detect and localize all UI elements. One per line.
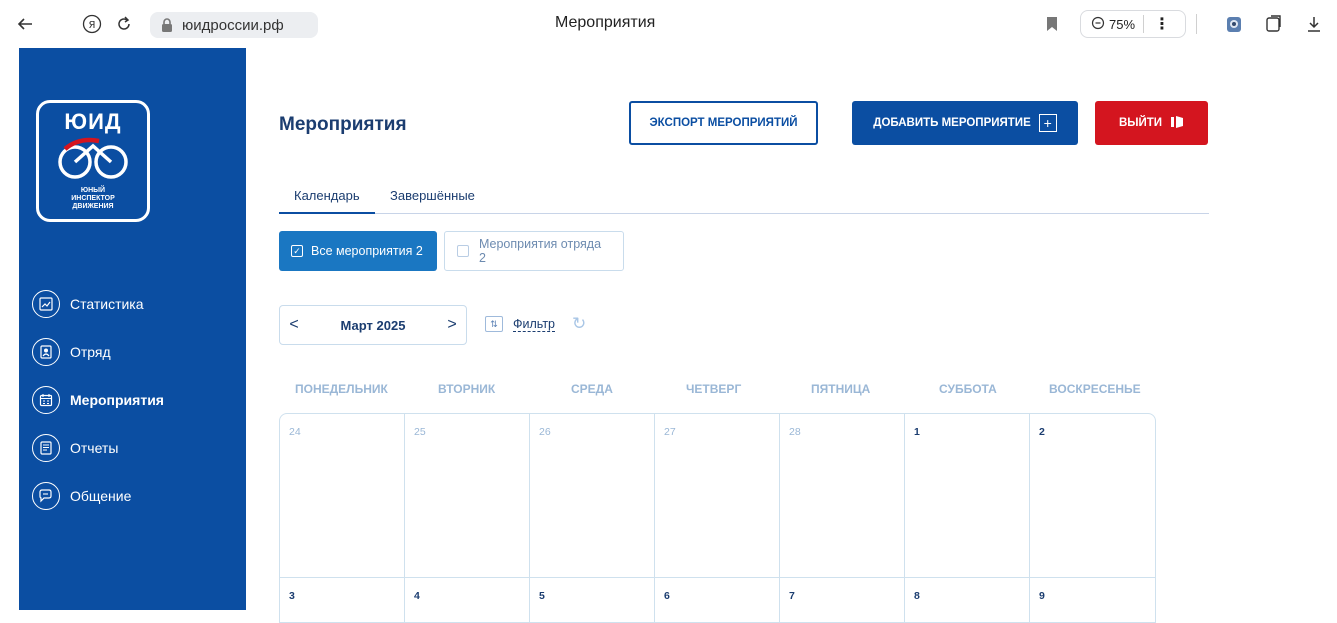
- calendar-day-cell[interactable]: 2: [1030, 414, 1155, 578]
- filter-label: Фильтр: [513, 316, 555, 332]
- chat-icon: [32, 482, 60, 510]
- calendar-day-cell[interactable]: 26: [530, 414, 655, 578]
- toolbar-divider: [1196, 14, 1197, 34]
- weekday-label: Вторник: [438, 382, 496, 396]
- zoom-icon: [1091, 16, 1105, 33]
- previous-month-button[interactable]: <: [280, 316, 308, 334]
- extension-icon[interactable]: [1222, 12, 1246, 36]
- checkbox-checked-icon: ✓: [291, 245, 303, 257]
- plus-icon: +: [1038, 114, 1057, 132]
- add-event-label: Добавить мероприятие: [873, 117, 1031, 129]
- sidebar-item-reports[interactable]: Отчеты: [32, 424, 164, 472]
- report-icon: [32, 434, 60, 462]
- logo-subtitle: ЮНЫЙ ИНСПЕКТОР ДВИЖЕНИЯ: [71, 187, 115, 210]
- browser-page-title: Мероприятия: [555, 14, 656, 31]
- calendar-day-cell[interactable]: 6: [655, 578, 780, 622]
- bicycle-icon: [58, 137, 128, 179]
- all-events-filter[interactable]: ✓ Все мероприятия 2: [279, 231, 437, 271]
- exit-door-icon: [1170, 115, 1184, 132]
- sidebar-item-label: Отчеты: [70, 440, 119, 456]
- sidebar-item-label: Общение: [70, 488, 132, 504]
- event-tabs: Календарь Завершённые: [279, 188, 1209, 214]
- weekday-label: Суббота: [939, 382, 997, 396]
- sidebar-item-squad[interactable]: Отряд: [32, 328, 164, 376]
- collections-icon[interactable]: [1262, 12, 1286, 36]
- add-event-button[interactable]: Добавить мероприятие +: [852, 101, 1078, 145]
- chart-icon: [32, 290, 60, 318]
- sidebar-item-chat[interactable]: Общение: [32, 472, 164, 520]
- calendar-day-cell[interactable]: 5: [530, 578, 655, 622]
- weekday-label: Пятница: [811, 382, 871, 396]
- calendar-day-cell[interactable]: 27: [655, 414, 780, 578]
- calendar-day-cell[interactable]: 28: [780, 414, 905, 578]
- calendar-day-cell[interactable]: 8: [905, 578, 1030, 622]
- yandex-logo-icon[interactable]: Я: [80, 12, 104, 36]
- svg-text:Я: Я: [89, 20, 96, 31]
- weekday-label: Воскресенье: [1049, 382, 1141, 396]
- next-month-button[interactable]: >: [438, 316, 466, 334]
- calendar-day-cell[interactable]: 4: [405, 578, 530, 622]
- calendar-day-cell[interactable]: 25: [405, 414, 530, 578]
- calendar-icon: [32, 386, 60, 414]
- zoom-level: 75%: [1109, 16, 1136, 32]
- sidebar-item-statistics[interactable]: Статистика: [32, 280, 164, 328]
- zoom-separator: [1143, 15, 1145, 33]
- sidebar-item-label: Статистика: [70, 296, 144, 312]
- menu-dots-icon[interactable]: ⋮: [1154, 14, 1170, 34]
- month-navigator: < Март 2025 >: [279, 305, 467, 345]
- download-icon[interactable]: [1302, 12, 1326, 36]
- tab-completed[interactable]: Завершённые: [375, 188, 490, 214]
- back-arrow-icon[interactable]: [13, 12, 37, 36]
- address-bar[interactable]: юидроссии.рф: [150, 12, 318, 38]
- calendar-day-cell[interactable]: 3: [280, 578, 405, 622]
- sidebar-nav: Статистика Отряд Мероприятия Отчеты Обще…: [32, 280, 164, 520]
- calendar-grid: 24 25 26 27 28 1 2 3 4 5 6 7 8 9: [279, 413, 1156, 623]
- checkbox-unchecked-icon: [457, 245, 469, 257]
- reload-icon[interactable]: [112, 12, 136, 36]
- team-icon: [32, 338, 60, 366]
- weekday-header: Понедельник Вторник Среда Четверг Пятниц…: [279, 382, 1156, 398]
- calendar-day-cell[interactable]: 9: [1030, 578, 1155, 622]
- export-events-label: Экспорт мероприятий: [649, 117, 798, 129]
- browser-toolbar: Я юидроссии.рф Мероприятия 75% ⋮: [0, 0, 1337, 48]
- logout-button[interactable]: Выйти: [1095, 101, 1208, 145]
- zoom-control[interactable]: 75% ⋮: [1080, 10, 1186, 38]
- calendar-day-cell[interactable]: 24: [280, 414, 405, 578]
- logo-title: ЮИД: [64, 109, 122, 134]
- calendar-day-cell[interactable]: 7: [780, 578, 905, 622]
- weekday-label: Среда: [571, 382, 613, 396]
- sidebar-item-events[interactable]: Мероприятия: [32, 376, 164, 424]
- reset-filter-icon[interactable]: ↻: [572, 314, 586, 334]
- squad-events-filter[interactable]: Мероприятия отряда 2: [444, 231, 624, 271]
- weekday-label: Понедельник: [295, 382, 388, 396]
- sidebar-item-label: Мероприятия: [70, 392, 164, 408]
- squad-events-label: Мероприятия отряда 2: [478, 237, 602, 265]
- logout-label: Выйти: [1118, 117, 1163, 129]
- filter-sliders-icon: ⇅: [485, 316, 503, 332]
- sidebar: ЮИД ЮНЫЙ ИНСПЕКТОР ДВИЖЕНИЯ Статистика О…: [19, 48, 246, 610]
- lock-icon: [158, 16, 176, 34]
- export-events-button[interactable]: Экспорт мероприятий: [629, 101, 818, 145]
- weekday-label: Четверг: [686, 382, 742, 396]
- uid-logo[interactable]: ЮИД ЮНЫЙ ИНСПЕКТОР ДВИЖЕНИЯ: [36, 100, 150, 222]
- all-events-label: Все мероприятия 2: [311, 244, 423, 258]
- current-month-label: Март 2025: [340, 317, 406, 333]
- bookmark-icon[interactable]: [1040, 12, 1064, 36]
- calendar-day-cell[interactable]: 1: [905, 414, 1030, 578]
- tab-calendar[interactable]: Календарь: [279, 188, 375, 214]
- sidebar-item-label: Отряд: [70, 344, 111, 360]
- url-text: юидроссии.рф: [182, 16, 284, 34]
- filter-button[interactable]: ⇅ Фильтр: [485, 316, 555, 332]
- page-title: Мероприятия: [279, 114, 407, 135]
